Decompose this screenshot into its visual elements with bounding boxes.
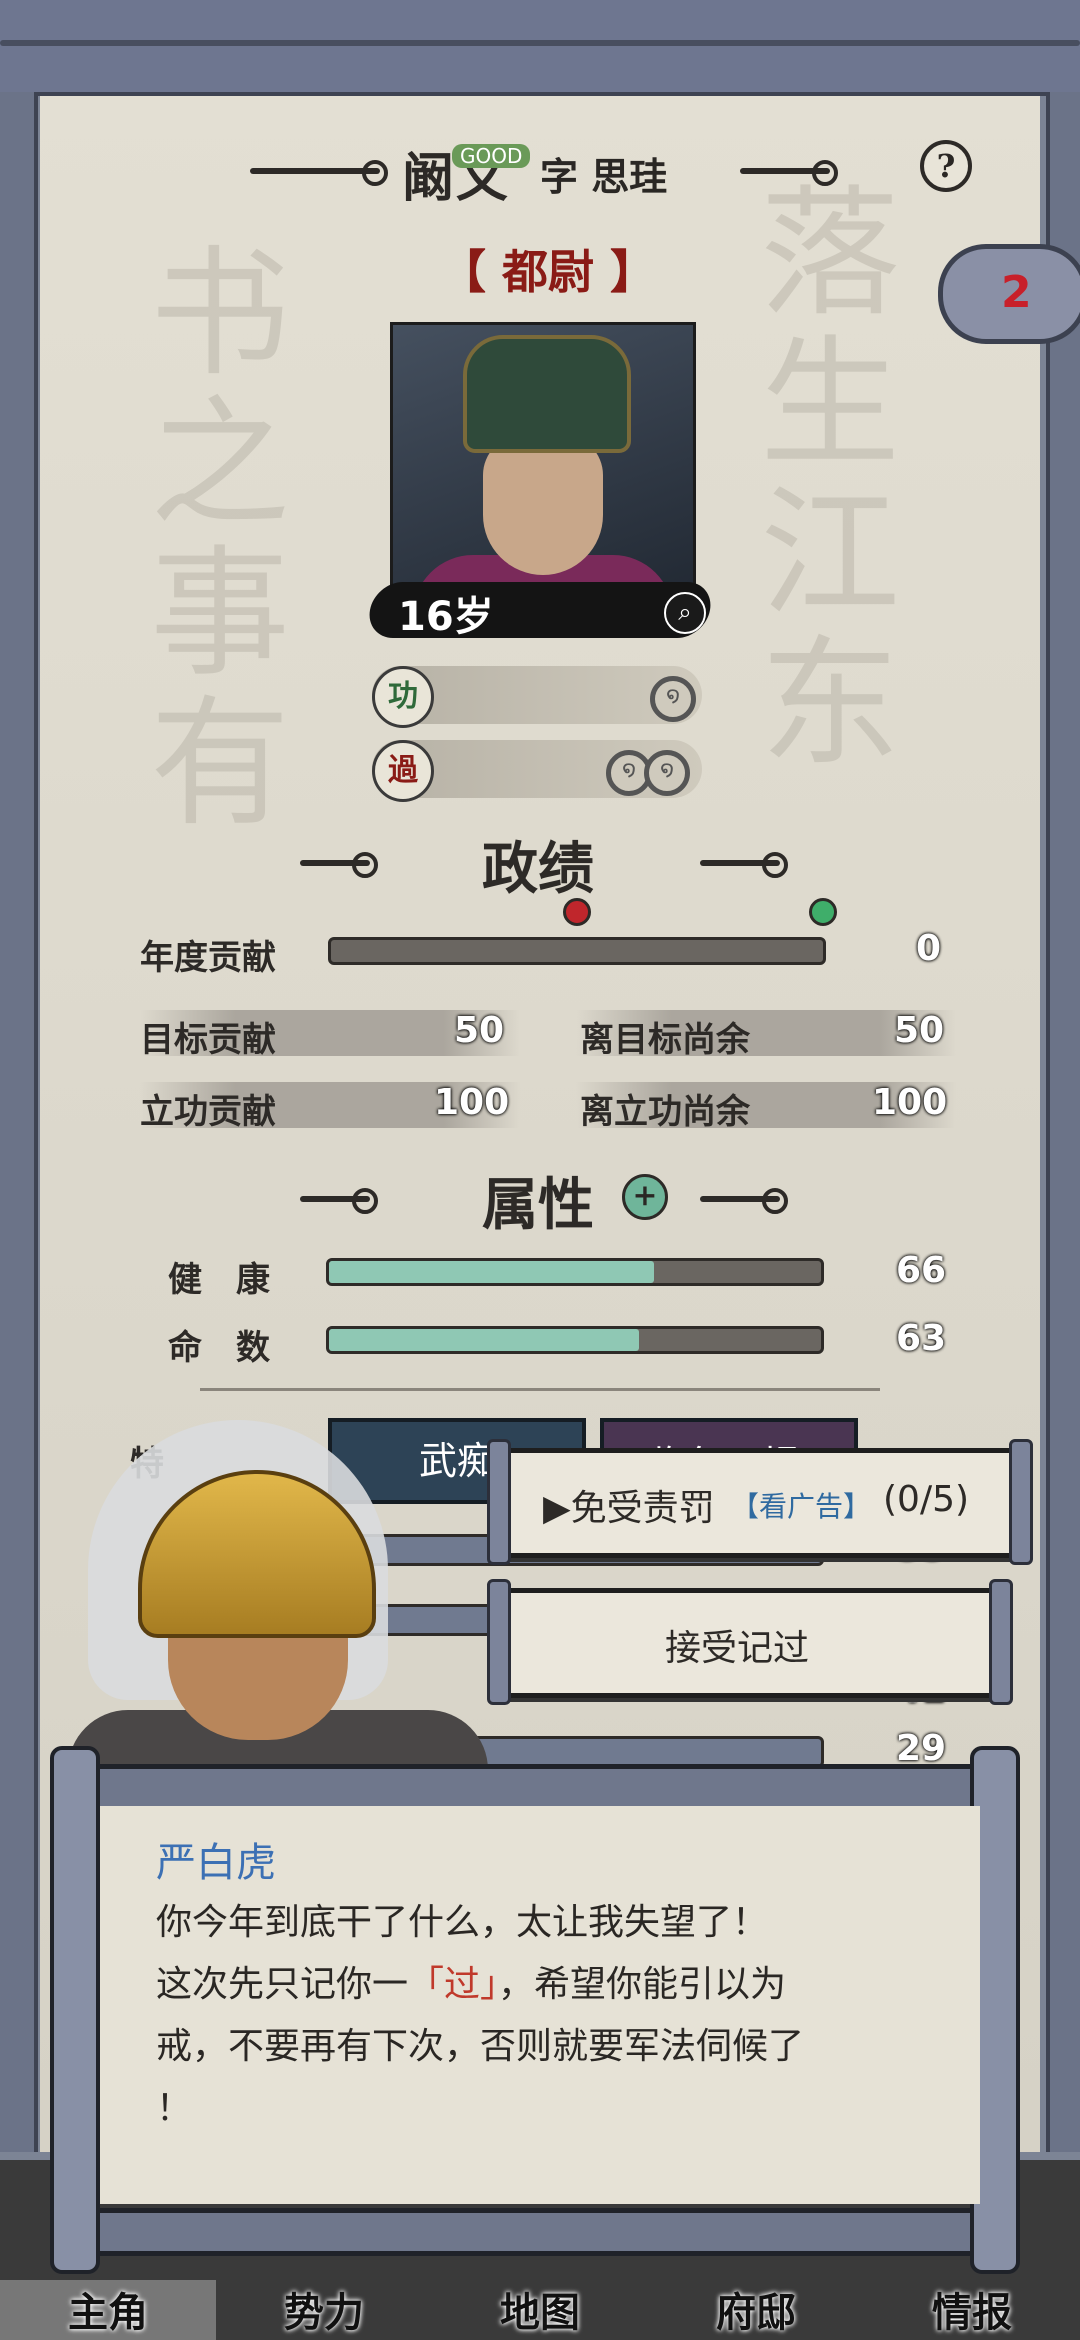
annual-track [328, 937, 826, 965]
dialog-scroll-top [90, 1764, 1000, 1812]
scroll-rod-right-2 [989, 1579, 1013, 1705]
dialog-line-1: 你今年到底干了什么，太让我失望了！ [156, 1902, 769, 1943]
attr-ornament-right [700, 1188, 788, 1214]
dialog-highlight: 「过」 [408, 1964, 499, 2005]
background-calligraphy-2: 落生江东 [760, 173, 901, 786]
portrait-hat [463, 335, 631, 453]
fate-bar [326, 1326, 824, 1354]
add-attribute-button[interactable]: + [622, 1174, 668, 1220]
speaker-portrait [28, 1420, 488, 1780]
target-label: 目标贡献 [140, 1020, 276, 1060]
tab-protagonist[interactable]: 主角 [0, 2280, 216, 2340]
overlay-badge: GOOD [452, 144, 531, 168]
health-bar [326, 1258, 824, 1286]
fate-fill [329, 1329, 639, 1351]
cloud-badge[interactable]: 2 [938, 244, 1080, 344]
dialog-scroll-bottom [90, 2208, 1000, 2256]
attributes-divider [200, 1388, 880, 1391]
section-ornament-right [700, 852, 788, 878]
tab-mansion[interactable]: 府邸 [648, 2280, 864, 2340]
merit-remain-value: 100 [872, 1082, 948, 1123]
annual-label: 年度贡献 [140, 938, 276, 978]
right-border [1046, 92, 1080, 2152]
scroll-rod-left-2 [487, 1579, 511, 1705]
target-remain-label: 离目标尚余 [580, 1020, 750, 1060]
avoid-punishment-label: ▶免受责罚 [543, 1488, 715, 1529]
attr-ornament-left [300, 1188, 378, 1214]
fate-label: 命 数 [168, 1328, 270, 1368]
health-label: 健 康 [168, 1260, 270, 1300]
dialog-line-2b: ，希望你能引以为 [498, 1964, 787, 2005]
watch-ad-tag: 【看广告】 [731, 1490, 872, 1523]
background-calligraphy: 书之事有 [150, 233, 291, 846]
portrait-face [483, 435, 603, 575]
dialog-line-2: 这次先只记你一「过」，希望你能引以为 [156, 1954, 786, 2016]
merit-goal-label: 立功贡献 [140, 1092, 276, 1132]
demerit-seal: 過 [372, 740, 434, 802]
dialog-line-4: ！ [156, 2088, 193, 2129]
demerit-swirl-icon-2: ໑ [644, 750, 690, 796]
left-border [0, 92, 38, 2152]
merit-goal-value: 100 [434, 1082, 510, 1123]
age-label: 16岁 [398, 594, 494, 640]
dialog-line-2a: 这次先只记你一 [156, 1964, 409, 2005]
target-value: 50 [454, 1010, 505, 1051]
accept-demerit-label: 接受记过 [665, 1628, 810, 1669]
dialog-line-3: 戒，不要再有下次，否则就要军法伺候了 [156, 2026, 805, 2067]
fate-value: 63 [896, 1318, 947, 1359]
dialog-roller-left [50, 1746, 100, 2274]
health-value: 66 [896, 1250, 947, 1291]
scroll-rod-left [487, 1439, 511, 1565]
ad-count: (0/5) [883, 1479, 970, 1520]
courtesy-name: 字 思珪 [540, 155, 668, 199]
tab-faction[interactable]: 势力 [216, 2280, 432, 2340]
merit-remain-label: 离立功尚余 [580, 1092, 750, 1132]
tab-map[interactable]: 地图 [432, 2280, 648, 2340]
help-button[interactable]: ? [920, 140, 972, 192]
attributes-title: 属性 [482, 1172, 594, 1238]
magnifier-icon[interactable]: ⌕ [664, 592, 706, 634]
tab-intel[interactable]: 情报 [864, 2280, 1080, 2340]
rank-title: 【 都尉 】 [440, 245, 657, 299]
target-marker-icon [563, 898, 591, 926]
target-remain-value: 50 [894, 1010, 945, 1051]
section-ornament-left [300, 852, 378, 878]
header-ornament-left [250, 160, 388, 186]
accept-demerit-option[interactable]: 接受记过 [487, 1579, 1013, 1705]
merit-swirl-icon: ໑ [650, 676, 696, 722]
merit-seal: 功 [372, 666, 434, 728]
avoid-punishment-option[interactable]: ▶免受责罚 【看广告】 (0/5) [487, 1439, 1033, 1565]
dialog-box[interactable]: 严白虎 你今年到底干了什么，太让我失望了！ 这次先只记你一「过」，希望你能引以为… [100, 1806, 980, 2204]
cloud-badge-count: 2 [1001, 267, 1032, 318]
performance-title: 政绩 [482, 836, 594, 902]
health-fill [329, 1261, 654, 1283]
header-ornament-right [740, 160, 838, 186]
speaker-name: 严白虎 [156, 1840, 276, 1886]
top-border [0, 0, 1080, 96]
hidden-value-3: 29 [896, 1728, 947, 1769]
goal-marker-icon [809, 898, 837, 926]
scroll-rod-right [1009, 1439, 1033, 1565]
annual-value: 0 [916, 928, 942, 969]
